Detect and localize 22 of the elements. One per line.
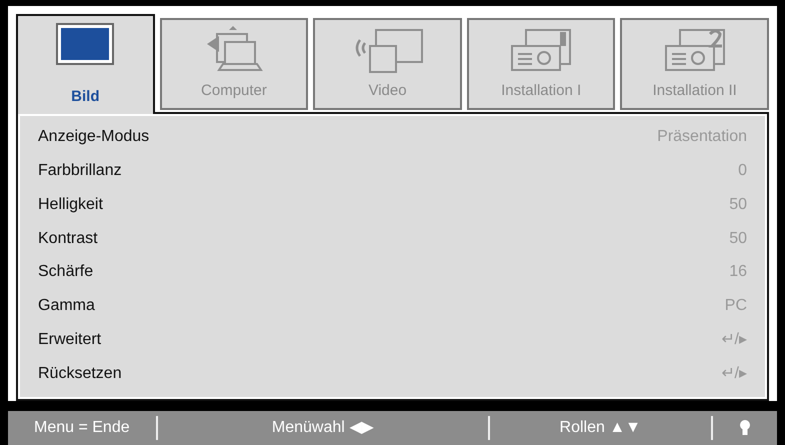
setting-label[interactable]: Kontrast [38,226,98,251]
setting-value: 0 [738,160,747,181]
setting-label[interactable]: Farbbrillanz [38,158,122,183]
setting-value: ↵/▸ [722,364,747,384]
key-hint: Menüwahl ◀▶ [272,419,374,436]
setting-value: 50 [729,228,747,249]
setting-value: 16 [729,262,747,282]
key-hint: Menu = Ende [34,419,130,436]
setting-label[interactable]: Helligkeit [38,192,103,217]
key-hint: Rollen ▲▼ [560,419,641,436]
bulb-icon [739,418,751,437]
setting-label[interactable]: Gamma [38,294,95,318]
menu-tab[interactable]: Bild [16,14,155,114]
setting-label[interactable]: Rücksetzen [38,362,122,386]
setting-label[interactable]: Erweitert [38,328,102,352]
setting-value: PC [724,296,747,316]
setting-value: 50 [729,194,747,215]
setting-value: ↵/▸ [722,330,747,350]
setting-label[interactable]: Schärfe [38,260,94,284]
setting-label[interactable]: Anzeige-Modus [38,124,150,149]
setting-value: Präsentation [657,126,747,147]
screen-icon [55,22,116,66]
